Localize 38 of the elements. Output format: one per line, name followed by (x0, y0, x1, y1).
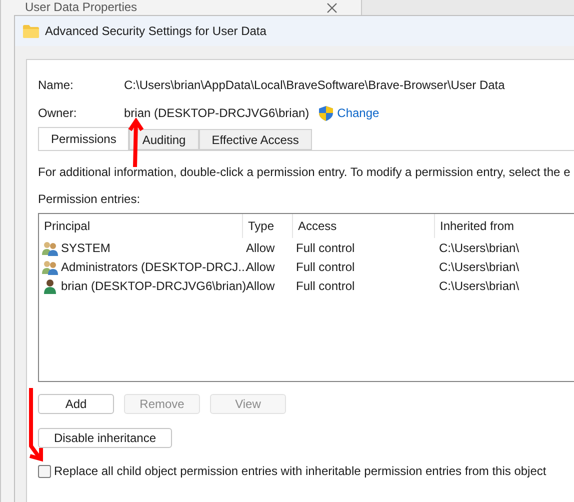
name-label: Name: (38, 77, 74, 94)
type-cell-text: Allow (246, 278, 276, 294)
column-header[interactable]: Type (243, 214, 293, 238)
inherited-from-cell-text: C:\Users\brian\ (438, 258, 520, 276)
access-cell-text: Full control (295, 240, 356, 256)
inherited-from-cell-text: C:\Users\brian\ (438, 240, 520, 256)
access-cell-text: Full control (295, 258, 356, 276)
principal-cell-text: brian (DESKTOP-DRCJVG6\brian) (61, 278, 246, 294)
user-icon (42, 278, 58, 294)
owner-value: brian (DESKTOP-DRCJVG6\brian) (124, 105, 310, 122)
checkbox[interactable] (38, 464, 51, 478)
info-text: For additional information, double-click a permission entry. To modify a permission entry, select the e (38, 164, 572, 181)
arrow-annotation (128, 118, 144, 168)
background-window-title: User Data Properties (25, 1, 138, 14)
action-button[interactable]: Add (38, 394, 114, 414)
close-icon[interactable] (327, 3, 337, 13)
column-header[interactable]: Principal (39, 214, 243, 238)
user-group-icon (42, 240, 58, 256)
folder-icon (23, 24, 39, 38)
shield-icon (319, 106, 334, 120)
tab[interactable]: Auditing (129, 129, 199, 150)
change-link[interactable]: Change (337, 104, 380, 122)
column-header[interactable]: Access (293, 214, 435, 238)
principal-cell-text: Administrators (DESKTOP-DRCJ... (61, 258, 248, 276)
principal-cell-text: SYSTEM (61, 240, 110, 256)
user-group-icon (42, 258, 58, 274)
replace-checkbox-label: Replace all child object permission entries with inheritable permission entries from this object (54, 463, 546, 480)
type-cell-text: Allow (245, 240, 276, 256)
column-header[interactable]: Inherited from (435, 214, 574, 238)
permission-entries-label: Permission entries: (38, 191, 142, 208)
access-cell-text: Full control (295, 278, 356, 294)
window-title: Advanced Security Settings for User Data (45, 23, 266, 40)
disable-inheritance-button[interactable]: Disable inheritance (38, 428, 172, 448)
inherited-from-cell-text: C:\Users\brian\ (438, 278, 520, 294)
tab[interactable]: Effective Access (198, 129, 312, 150)
name-value: C:\Users\brian\AppData\Local\BraveSoftware\Brave-Browser\User Data (124, 77, 505, 94)
tab[interactable]: Permissions (38, 127, 130, 150)
owner-label: Owner: (38, 105, 78, 122)
